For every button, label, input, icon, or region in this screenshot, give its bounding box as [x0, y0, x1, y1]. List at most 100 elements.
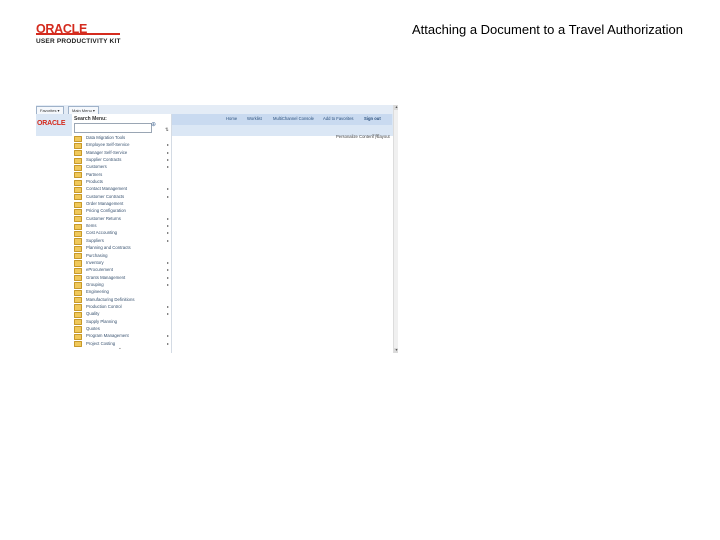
menu-item[interactable]: Purchasing [72, 252, 171, 260]
link-worklist[interactable]: Worklist [247, 116, 262, 121]
menu-item-label: Data Migration Tools [86, 135, 126, 140]
menu-item-label: Engineering [86, 289, 109, 295]
menu-item-label: Manager Self-Service [86, 149, 128, 155]
submenu-arrow-icon: ▸ [167, 267, 170, 273]
menu-item[interactable]: Order Management [72, 200, 171, 208]
submenu-arrow-icon: ▸ [167, 274, 170, 280]
menu-item[interactable]: Data Migration Tools [72, 134, 171, 142]
menu-item-label: Supply Planning [86, 318, 118, 324]
tab-main-menu[interactable]: Main Menu ▾ [68, 106, 99, 114]
menu-item-label: Suppliers [86, 237, 104, 243]
menu-item[interactable]: Customer Contracts ▸ [72, 193, 171, 201]
menu-item-label: Partners [86, 171, 103, 177]
submenu-arrow-icon: ▸ [167, 311, 170, 317]
menu-item-label: Order Management [86, 201, 124, 207]
menu-item[interactable]: Products [72, 178, 171, 186]
menu-more-icon[interactable]: ⌄ [118, 345, 122, 351]
submenu-arrow-icon: ▸ [167, 215, 170, 221]
menu-item-label: Quality [86, 311, 100, 317]
menu-item-label: Products [86, 179, 103, 185]
submenu-arrow-icon: ▸ [167, 186, 170, 192]
menu-item[interactable]: Supplier Contracts ▸ [72, 156, 171, 164]
menu-item-label: Manufacturing Definitions [86, 296, 135, 302]
menu-item[interactable]: Customers ▸ [72, 163, 171, 172]
menu-item[interactable]: Quotes [72, 325, 171, 333]
menu-item[interactable]: Contact Management ▸ [72, 185, 171, 194]
scroll-up-icon[interactable]: ▲ [394, 105, 398, 110]
menu-items: Data Migration Tools Employee Self-Servic… [72, 134, 171, 348]
product-name: USER PRODUCTIVITY KIT [36, 38, 121, 45]
menu-item-label: Customers [86, 164, 107, 170]
menu-item[interactable]: Program Management ▸ [72, 332, 171, 340]
menu-item[interactable]: Manager Self-Service ▸ [72, 149, 171, 157]
menu-item-label: Project Costing [86, 340, 116, 346]
menu-item-label: Customer Returns [86, 215, 121, 221]
link-add-to-favorites[interactable]: Add to Favorites [323, 116, 354, 121]
menu-item[interactable]: Items ▸ [72, 222, 171, 230]
menu-item-label: Inventory [86, 259, 104, 265]
menu-item-label: Planning and Contracts [86, 245, 131, 251]
submenu-arrow-icon: ▸ [167, 149, 170, 155]
vertical-scrollbar[interactable]: ▲ ▼ [393, 105, 398, 353]
submenu-arrow-icon: ▸ [167, 303, 170, 309]
submenu-arrow-icon: ▸ [167, 230, 170, 236]
menu-item[interactable]: Customer Returns ▸ [72, 215, 171, 223]
menu-item[interactable]: Suppliers ▸ [72, 237, 171, 245]
sort-icon[interactable]: ⇅ [165, 127, 169, 133]
menu-item-label: Program Management [86, 333, 129, 339]
menu-item-label: Items [86, 223, 97, 229]
menu-item-label: Purchasing [86, 252, 108, 258]
link-multichannel-console[interactable]: MultiChannel Console [273, 116, 314, 121]
personalize-links[interactable]: Personalize Content | Layout [336, 134, 390, 139]
menu-item[interactable]: Engineering [72, 288, 171, 296]
menu-item-label: Pricing Configuration [86, 208, 126, 214]
search-go-icon[interactable]: ⊕ [151, 122, 158, 129]
menu-item-label: Grants Management [86, 274, 126, 280]
menu-item[interactable]: Inventory ▸ [72, 259, 171, 267]
submenu-arrow-icon: ▸ [167, 157, 170, 163]
menu-item-label: Supplier Contracts [86, 157, 122, 163]
tab-favorites[interactable]: Favorites ▾ [36, 106, 64, 114]
menu-item-label: eProcurement [86, 267, 113, 273]
submenu-arrow-icon: ▸ [167, 333, 170, 339]
menu-item[interactable]: Planning and Contracts [72, 244, 171, 252]
logo-divider [36, 33, 120, 35]
link-sign-out[interactable]: Sign out [364, 116, 381, 121]
submenu-arrow-icon: ▸ [167, 340, 170, 346]
submenu-arrow-icon: ▸ [167, 164, 170, 170]
menu-item[interactable]: Employee Self-Service ▸ [72, 141, 171, 150]
main-menu-dropdown: Search Menu: ⊕ ⇅ Data Migration Tools Emp… [72, 114, 172, 353]
link-home[interactable]: Home [226, 116, 237, 121]
submenu-arrow-icon: ▸ [167, 223, 170, 229]
submenu-arrow-icon: ▸ [167, 259, 170, 265]
app-screenshot: Favorites ▾ Main Menu ▾ ORACLE Home Work… [36, 105, 398, 353]
menu-item[interactable]: Pricing Configuration [72, 207, 171, 216]
menu-item-label: Customer Contracts [86, 193, 125, 199]
scroll-down-icon[interactable]: ▼ [394, 348, 398, 353]
tab-bar: Favorites ▾ Main Menu ▾ [36, 105, 398, 114]
menu-item-label: Quotes [86, 325, 100, 331]
menu-item[interactable]: Grouping ▸ [72, 281, 171, 289]
submenu-arrow-icon: ▸ [167, 142, 170, 148]
submenu-arrow-icon: ▸ [167, 193, 170, 199]
menu-item[interactable]: Cost Accounting ▸ [72, 229, 171, 238]
menu-item[interactable]: Quality ▸ [72, 310, 171, 318]
menu-item[interactable]: Grants Management ▸ [72, 274, 171, 282]
menu-item[interactable]: eProcurement ▸ [72, 266, 171, 274]
menu-item-label: Cost Accounting [86, 230, 118, 236]
submenu-arrow-icon: ▸ [167, 281, 170, 287]
menu-search-input[interactable] [74, 123, 152, 133]
folder-icon [74, 341, 82, 348]
submenu-arrow-icon: ▸ [167, 237, 170, 243]
menu-item[interactable]: Manufacturing Definitions [72, 296, 171, 304]
page-title: Attaching a Document to a Travel Authori… [412, 22, 683, 37]
menu-item[interactable]: Supply Planning [72, 318, 171, 326]
app-logo: ORACLE [37, 120, 66, 127]
menu-item-label: Grouping [86, 281, 104, 287]
menu-item-label: Production Control [86, 303, 122, 309]
pagelet-icons[interactable]: ? ⊟ [372, 133, 380, 139]
menu-item[interactable]: Partners [72, 171, 171, 179]
menu-item-label: Employee Self-Service [86, 142, 130, 148]
menu-item[interactable]: Production Control ▸ [72, 303, 171, 311]
menu-item-label: Contact Management [86, 186, 128, 192]
